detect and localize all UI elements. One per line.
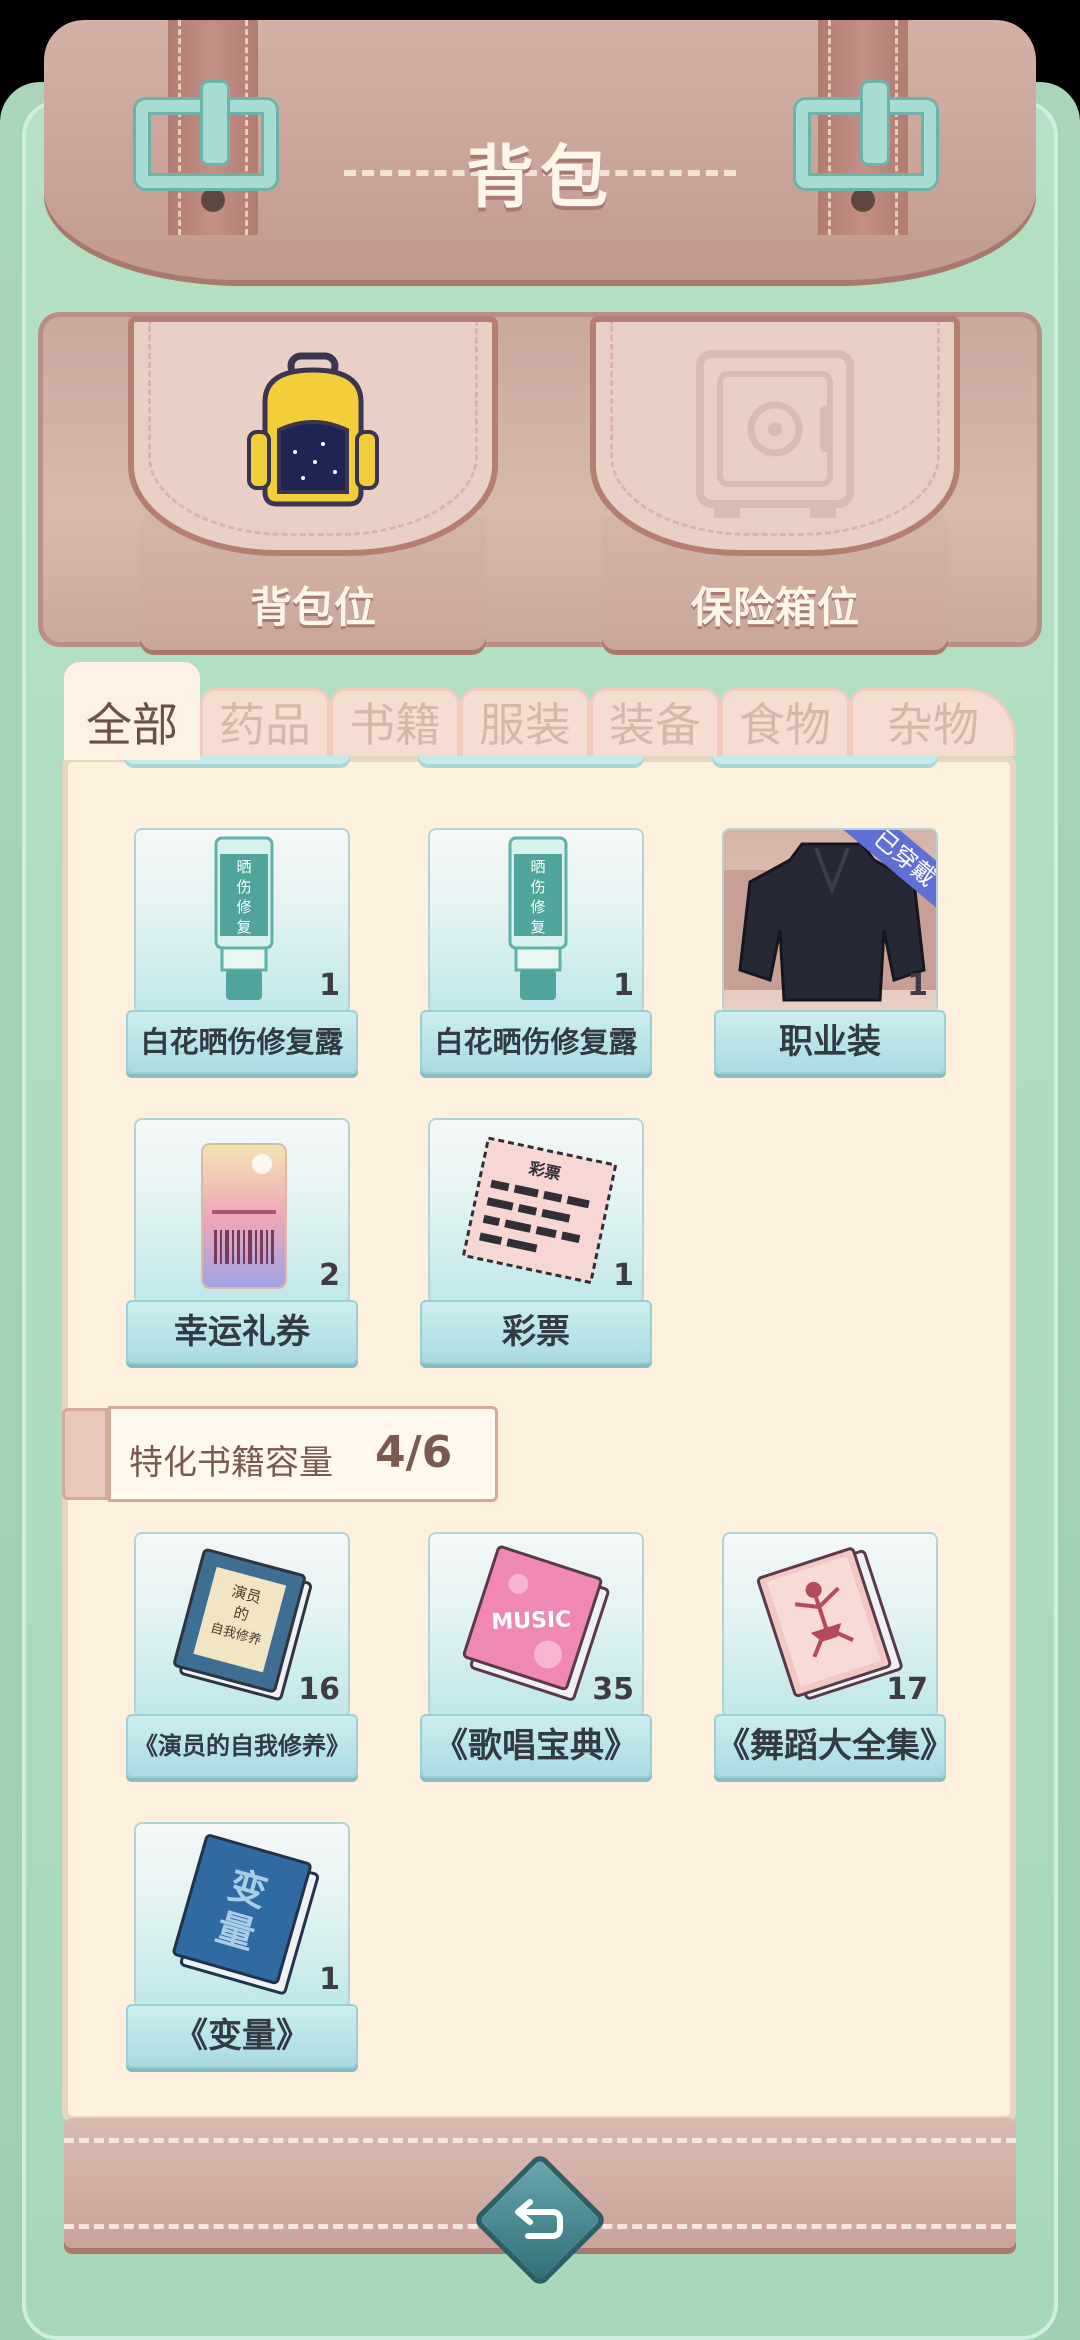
svg-text:复: 复	[530, 918, 545, 936]
item-card[interactable]: 变 量 1 《变量》	[126, 1822, 358, 2072]
book-capacity-value: 4/6	[375, 1427, 453, 1478]
book-capacity-label: 特化书籍容量	[129, 1443, 333, 1483]
svg-text:晒: 晒	[530, 858, 545, 876]
item-card[interactable]: 晒 伤 修 复 1 白花晒伤修复露	[420, 828, 652, 1078]
svg-text:晒: 晒	[236, 858, 251, 876]
backpack-slot-label: 背包位	[249, 583, 376, 632]
svg-text:MUSIC: MUSIC	[491, 1607, 572, 1635]
svg-text:修: 修	[236, 898, 251, 916]
book-capacity-banner: 特化书籍容量 4/6	[62, 1406, 498, 1502]
partial-item-card	[418, 756, 644, 764]
coupon-icon	[201, 1143, 287, 1289]
item-card[interactable]: MUSIC 35 《歌唱宝典》	[420, 1532, 652, 1782]
item-count: 1	[319, 968, 340, 1003]
tab-food[interactable]: 食物	[720, 688, 850, 756]
item-count: 16	[298, 1672, 340, 1707]
item-card[interactable]: 晒 伤 修 复 1 白花晒伤修复露	[126, 828, 358, 1078]
lottery-ticket-icon: 彩票	[461, 1136, 618, 1285]
item-name: 彩票	[420, 1300, 652, 1364]
item-name: 《演员的自我修养》	[126, 1714, 358, 1778]
svg-text:复: 复	[236, 918, 251, 936]
item-name: 《歌唱宝典》	[420, 1714, 652, 1778]
backpack-icon	[247, 352, 379, 507]
tab-medicine[interactable]: 药品	[200, 688, 330, 756]
svg-text:修: 修	[530, 898, 545, 916]
item-name: 白花晒伤修复露	[126, 1010, 358, 1074]
item-card[interactable]: 已穿戴 1 职业装	[714, 828, 946, 1078]
svg-text:伤: 伤	[236, 878, 251, 896]
item-name: 《变量》	[126, 2004, 358, 2068]
item-count: 2	[319, 1258, 340, 1293]
item-count: 17	[886, 1672, 928, 1707]
item-name: 幸运礼券	[126, 1300, 358, 1364]
item-card[interactable]: 2 幸运礼券	[126, 1118, 358, 1368]
safe-icon	[696, 350, 854, 518]
lotion-tube-icon: 晒 伤 修 复	[508, 836, 568, 1000]
item-count: 1	[613, 1258, 634, 1293]
item-card[interactable]: 彩票 1 彩票	[420, 1118, 652, 1368]
tab-clothing[interactable]: 服装	[460, 688, 590, 756]
item-card[interactable]: 演员 的 自我修养 16 《演员的自我修养》	[126, 1532, 358, 1782]
tab-all[interactable]: 全部	[64, 662, 200, 760]
book-icon: 变 量	[172, 1834, 320, 1995]
item-count: 1	[907, 968, 928, 1003]
tab-books[interactable]: 书籍	[330, 688, 460, 756]
backpack-slot[interactable]: 背包位	[128, 316, 498, 650]
item-name: 《舞蹈大全集》	[714, 1714, 946, 1778]
page-title: 背包	[465, 139, 614, 218]
lotion-tube-icon: 晒 伤 修 复	[214, 836, 274, 1000]
item-count: 1	[613, 968, 634, 1003]
item-count: 1	[319, 1962, 340, 1997]
partial-item-card	[712, 756, 938, 764]
tab-equipment[interactable]: 装备	[590, 688, 720, 756]
item-card[interactable]: 17 《舞蹈大全集》	[714, 1532, 946, 1782]
item-panel[interactable]: 晒 伤 修 复 1 白花晒伤修复露 晒 伤 修 复 1 白花晒伤修复露 已穿戴 …	[62, 756, 1016, 2122]
safe-slot-label: 保险箱位	[690, 583, 859, 632]
item-name: 白花晒伤修复露	[420, 1010, 652, 1074]
svg-text:伤: 伤	[530, 878, 545, 896]
tab-misc[interactable]: 杂物	[850, 688, 1016, 756]
item-count: 35	[592, 1672, 634, 1707]
safe-slot[interactable]: 保险箱位	[590, 316, 960, 650]
item-name: 职业装	[714, 1010, 946, 1074]
return-icon	[515, 2199, 563, 2239]
